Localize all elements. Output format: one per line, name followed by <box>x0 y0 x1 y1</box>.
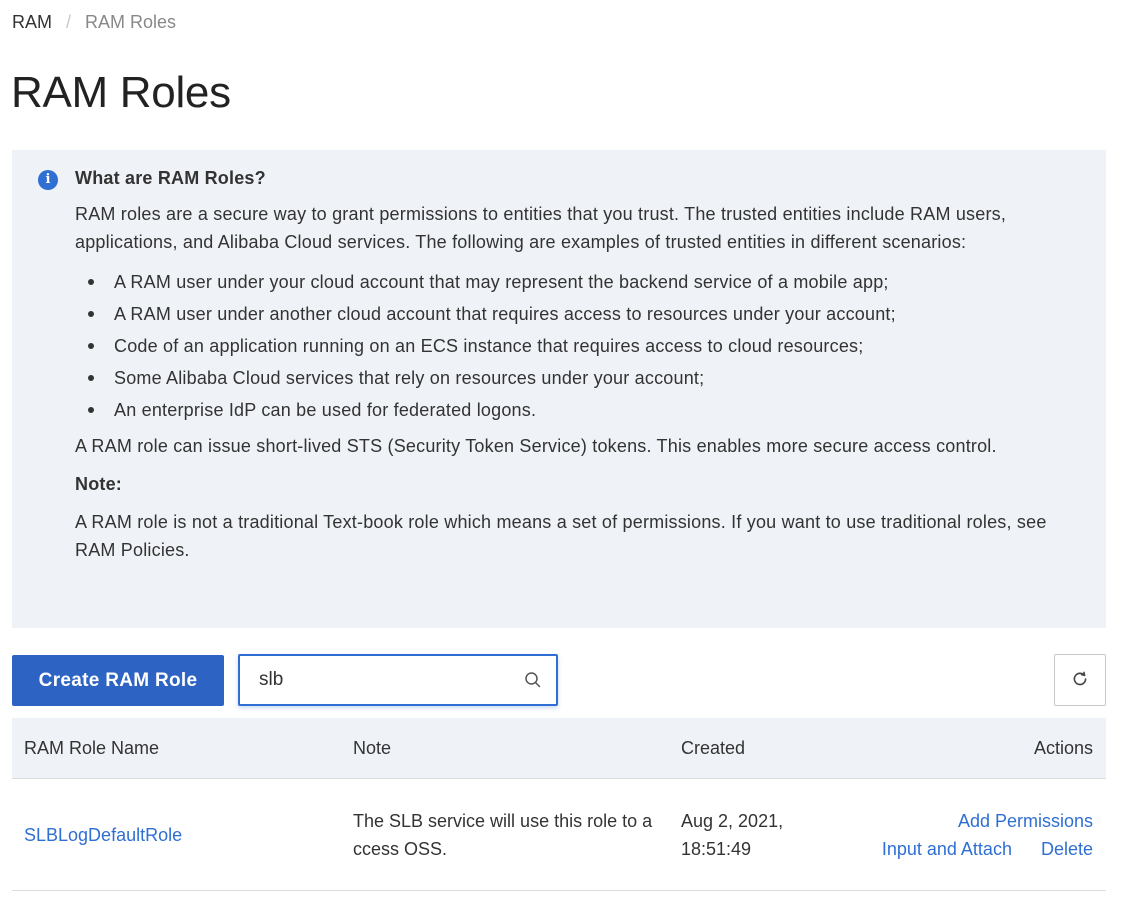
info-list-item: Some Alibaba Cloud services that rely on… <box>75 362 1075 394</box>
table-header: RAM Role Name Note Created Actions <box>12 718 1106 779</box>
info-sts-text: A RAM role can issue short-lived STS (Se… <box>75 436 997 456</box>
add-permissions-link[interactable]: Add Permissions <box>958 811 1093 831</box>
info-list-item: A RAM user under another cloud account t… <box>75 298 1075 330</box>
info-intro: RAM roles are a secure way to grant perm… <box>75 204 1007 252</box>
refresh-button[interactable] <box>1054 654 1106 706</box>
info-list-item: A RAM user under your cloud account that… <box>75 266 1075 298</box>
column-header-name: RAM Role Name <box>24 738 160 758</box>
role-name-link[interactable]: SLBLogDefaultRole <box>24 823 182 847</box>
role-note: The SLB service will use this role to ac… <box>353 811 653 859</box>
input-and-attach-link[interactable]: Input and Attach <box>882 839 1012 859</box>
info-body: What are RAM Roles? RAM roles are a secu… <box>75 164 1075 564</box>
info-icon: i <box>38 170 58 190</box>
column-header-actions: Actions <box>1033 738 1093 758</box>
breadcrumb-separator: / <box>66 12 72 32</box>
breadcrumb-item-current: RAM Roles <box>85 12 177 32</box>
info-list-item: Code of an application running on an ECS… <box>75 330 1075 362</box>
info-note-text: A RAM role is not a traditional Text-boo… <box>75 512 1047 560</box>
role-created: Aug 2, 2021, 18:51:49 <box>681 811 784 859</box>
info-heading: What are RAM Roles? <box>75 168 266 188</box>
delete-link[interactable]: Delete <box>1041 839 1093 859</box>
column-header-created: Created <box>681 738 746 758</box>
info-list: A RAM user under your cloud account that… <box>75 266 1075 426</box>
breadcrumb-item-ram[interactable]: RAM <box>12 10 52 34</box>
roles-table: RAM Role Name Note Created Actions SLBLo… <box>12 718 1106 891</box>
search-box <box>238 654 558 706</box>
info-panel: i What are RAM Roles? RAM roles are a se… <box>12 150 1106 628</box>
search-input[interactable] <box>240 656 510 704</box>
row-actions: Add Permissions Input and Attach Delete <box>882 807 1093 863</box>
refresh-icon <box>1071 670 1089 691</box>
create-ram-role-button[interactable]: Create RAM Role <box>12 655 224 706</box>
table-row: SLBLogDefaultRole The SLB service will u… <box>12 779 1106 891</box>
search-icon[interactable] <box>524 671 542 689</box>
info-note-title: Note: <box>75 474 122 494</box>
page-title: RAM Roles <box>11 68 231 117</box>
info-list-item: An enterprise IdP can be used for federa… <box>75 394 1075 426</box>
breadcrumb: RAM / RAM Roles <box>12 10 176 34</box>
column-header-note: Note <box>353 738 392 758</box>
